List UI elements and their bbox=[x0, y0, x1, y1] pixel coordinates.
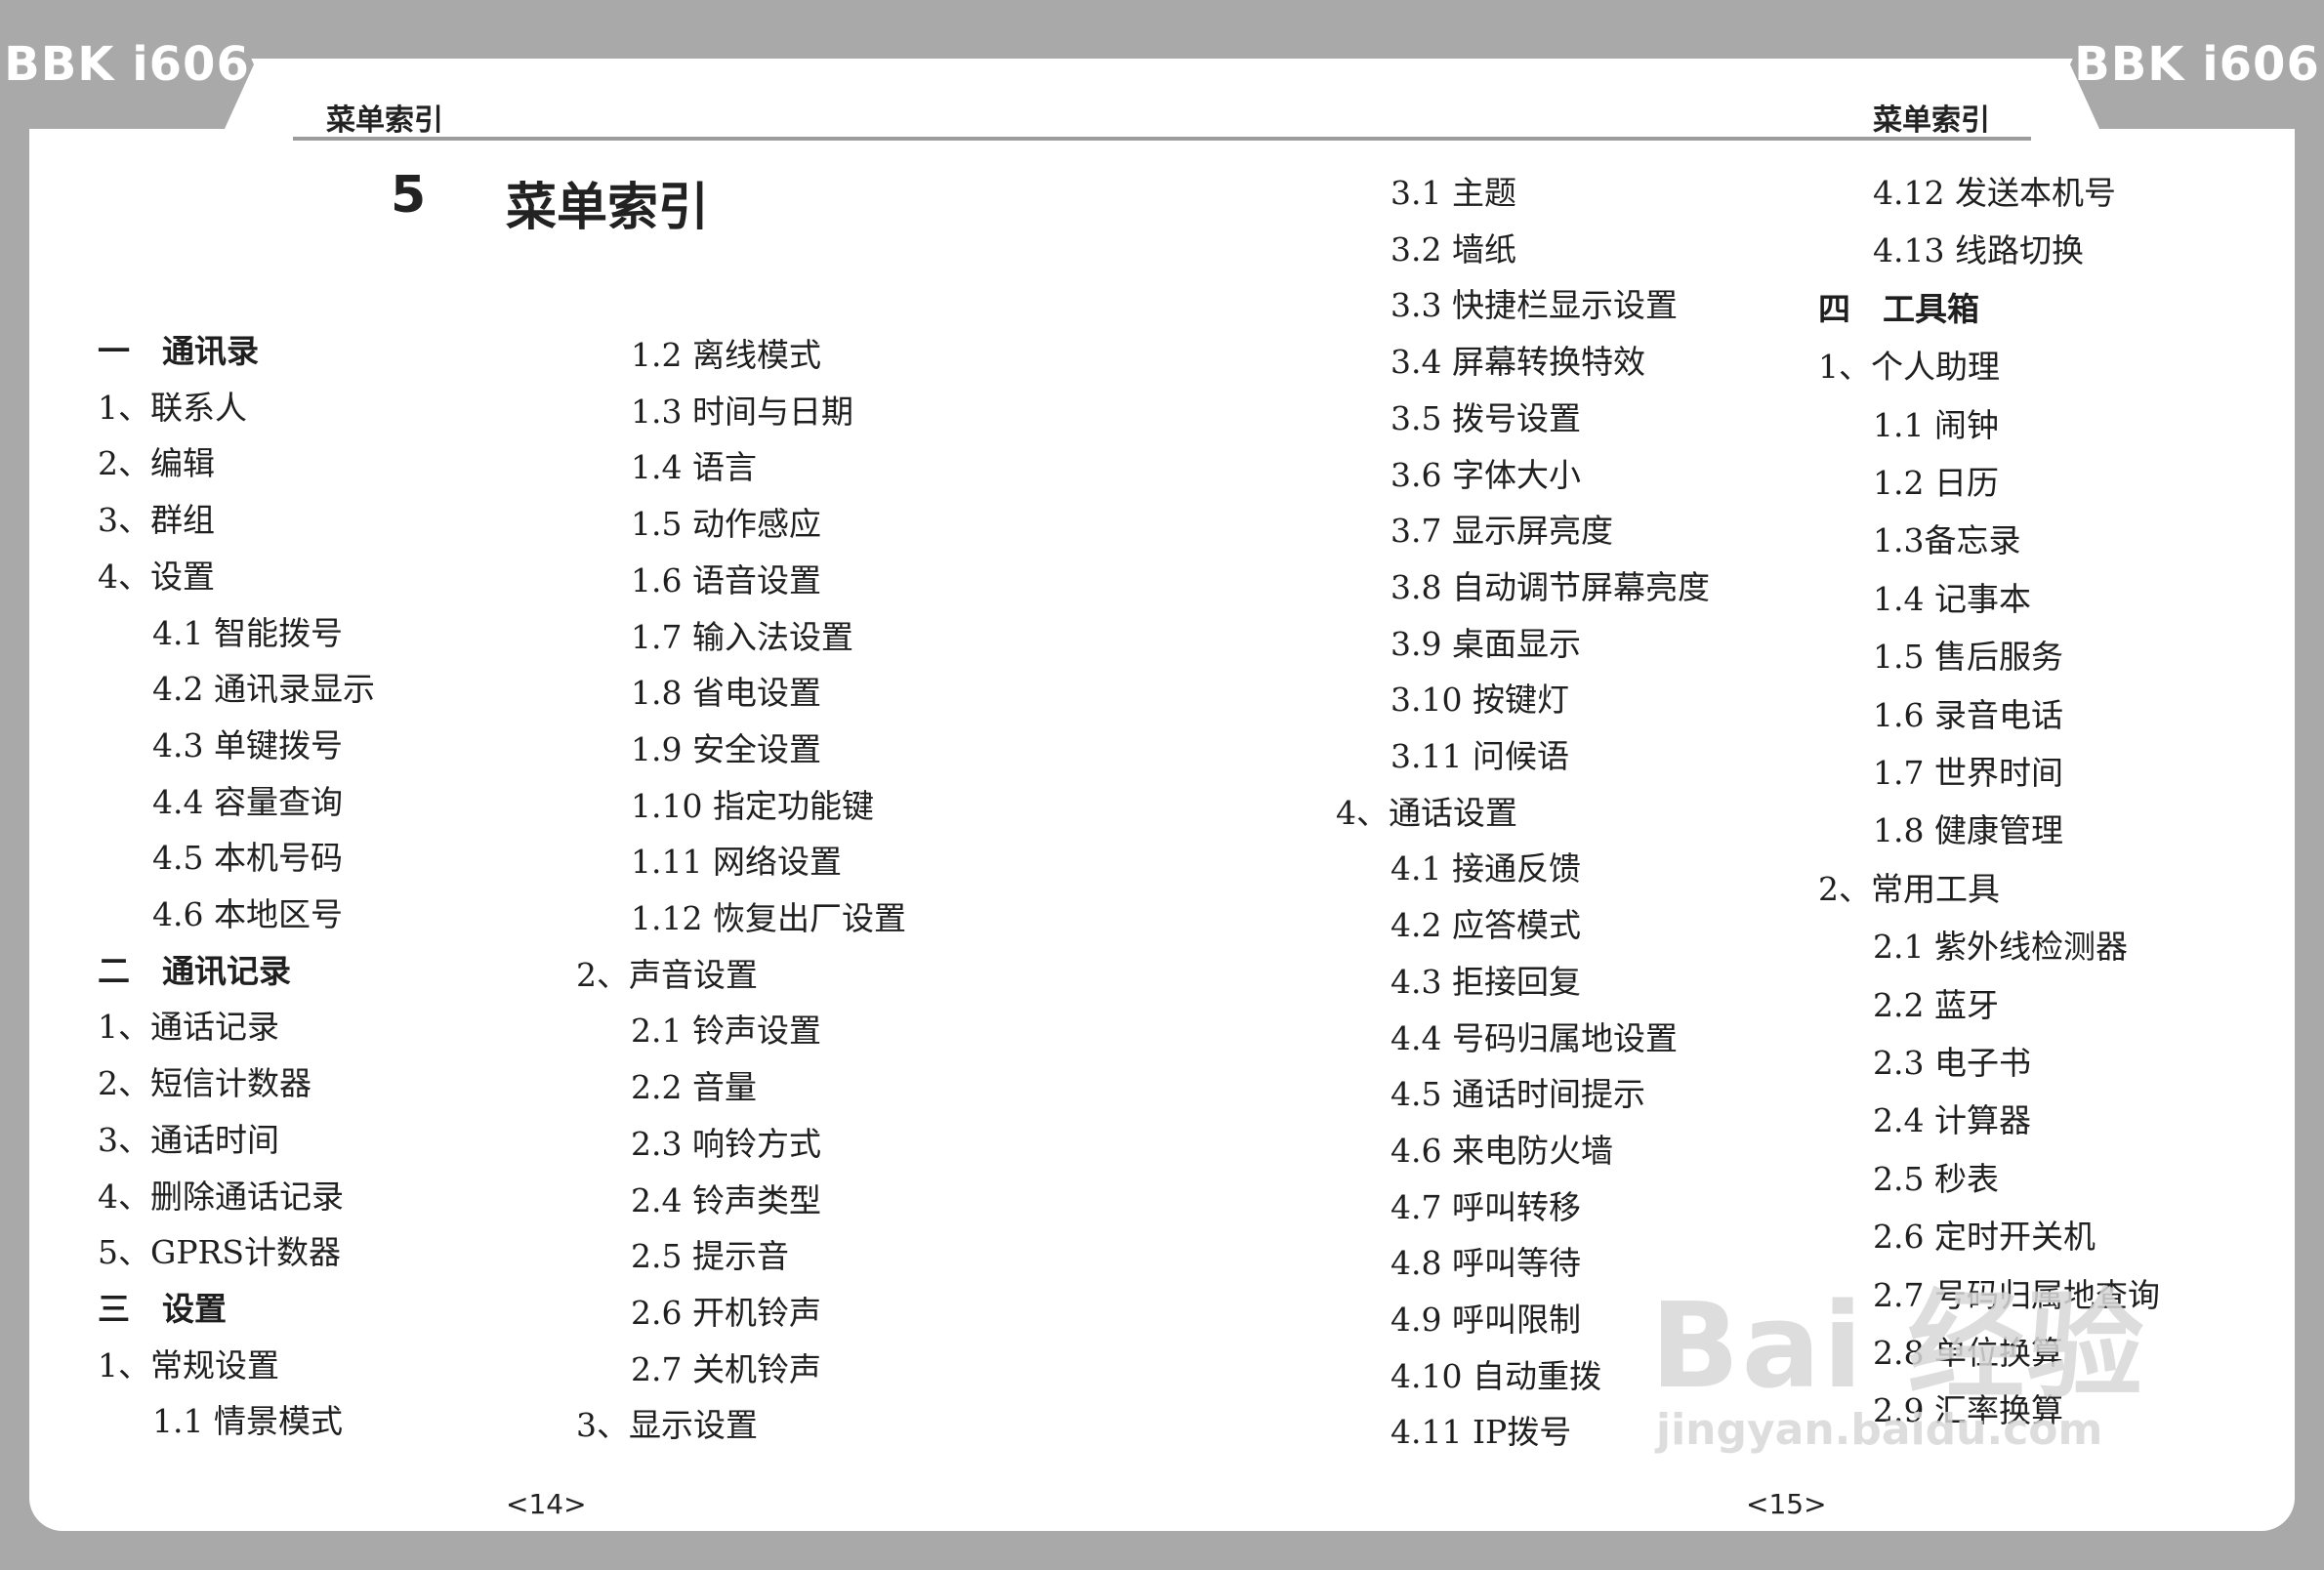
menu-entry: 3.6 字体大小 bbox=[1390, 456, 1581, 494]
menu-entry: 1.6 语音设置 bbox=[631, 561, 821, 599]
menu-entry: 3.9 桌面显示 bbox=[1390, 625, 1581, 663]
menu-entry: 4.7 呼叫转移 bbox=[1390, 1188, 1581, 1226]
menu-entry: 1.2 离线模式 bbox=[631, 336, 821, 374]
menu-entry: 4.4 号码归属地设置 bbox=[1390, 1019, 1678, 1057]
menu-entry: 4.13 线路切换 bbox=[1873, 231, 2084, 269]
menu-entry: 1、常规设置 bbox=[98, 1346, 279, 1384]
menu-entry: 4.8 呼叫等待 bbox=[1390, 1244, 1581, 1282]
menu-entry: 2、声音设置 bbox=[576, 956, 758, 994]
menu-entry: 一 通讯录 bbox=[98, 332, 259, 370]
chapter-number: 5 bbox=[391, 166, 427, 225]
menu-entry: 3.11 问候语 bbox=[1390, 737, 1569, 775]
menu-entry: 2.2 音量 bbox=[631, 1068, 757, 1106]
page-number-left: <14> bbox=[506, 1488, 587, 1520]
menu-entry: 1.7 世界时间 bbox=[1873, 754, 2063, 792]
menu-entry: 3.8 自动调节屏幕亮度 bbox=[1390, 568, 1710, 606]
menu-entry: 4.2 应答模式 bbox=[1390, 906, 1581, 944]
brand-tab-right: BBK i606 bbox=[2070, 0, 2324, 129]
menu-entry: 2、常用工具 bbox=[1818, 870, 2000, 908]
menu-entry: 1.1 闹钟 bbox=[1873, 406, 1999, 444]
menu-entry: 4.5 通话时间提示 bbox=[1390, 1075, 1645, 1113]
menu-entry: 三 设置 bbox=[98, 1290, 227, 1328]
menu-entry: 3.3 快捷栏显示设置 bbox=[1390, 286, 1678, 324]
menu-entry: 4.2 通讯录显示 bbox=[152, 670, 375, 708]
menu-entry: 4.4 容量查询 bbox=[152, 783, 343, 821]
menu-entry: 2.5 提示音 bbox=[631, 1237, 789, 1275]
menu-entry: 2.4 铃声类型 bbox=[631, 1181, 821, 1219]
menu-entry: 1、通话记录 bbox=[98, 1008, 279, 1046]
menu-entry: 1.2 日历 bbox=[1873, 464, 1999, 502]
menu-entry: 4.1 智能拨号 bbox=[152, 614, 343, 652]
menu-entry: 1.4 语言 bbox=[631, 448, 757, 486]
running-title-left: 菜单索引 bbox=[326, 103, 443, 138]
menu-entry: 1.10 指定功能键 bbox=[631, 787, 874, 825]
chapter-title: 菜单索引 bbox=[506, 179, 710, 237]
menu-entry: 1.12 恢复出厂设置 bbox=[631, 899, 906, 937]
menu-entry: 1.1 情景模式 bbox=[152, 1402, 343, 1440]
menu-entry: 2.3 电子书 bbox=[1873, 1044, 2031, 1082]
menu-entry: 1.11 网络设置 bbox=[631, 843, 842, 881]
menu-entry: 4、删除通话记录 bbox=[98, 1178, 344, 1216]
menu-entry: 4.6 本地区号 bbox=[152, 895, 343, 933]
menu-entry: 4、通话设置 bbox=[1336, 794, 1517, 832]
brand-tab-left: BBK i606 bbox=[0, 0, 254, 129]
running-title-right: 菜单索引 bbox=[1873, 103, 1990, 138]
menu-entry: 4.3 单键拨号 bbox=[152, 726, 343, 764]
menu-entry: 4.12 发送本机号 bbox=[1873, 174, 2116, 212]
menu-entry: 4.9 呼叫限制 bbox=[1390, 1301, 1581, 1339]
menu-entry: 2.2 蓝牙 bbox=[1873, 986, 1999, 1024]
menu-entry: 1.8 健康管理 bbox=[1873, 811, 2063, 849]
menu-entry: 3、显示设置 bbox=[576, 1406, 758, 1444]
menu-entry: 4.10 自动重拨 bbox=[1390, 1357, 1601, 1395]
menu-entry: 2.6 开机铃声 bbox=[631, 1294, 821, 1332]
menu-entry: 3.10 按键灯 bbox=[1390, 681, 1569, 719]
menu-entry: 2、编辑 bbox=[98, 444, 215, 482]
menu-entry: 3、通话时间 bbox=[98, 1121, 279, 1159]
menu-entry: 2.7 关机铃声 bbox=[631, 1350, 821, 1388]
menu-entry: 2.6 定时开关机 bbox=[1873, 1218, 2096, 1256]
menu-entry: 四 工具箱 bbox=[1818, 290, 1979, 328]
menu-entry: 3.7 显示屏亮度 bbox=[1390, 512, 1613, 550]
menu-entry: 二 通讯记录 bbox=[98, 952, 291, 990]
baidu-watermark: Bai 经验 jingyan.baidu.com bbox=[1650, 1289, 2145, 1455]
menu-entry: 4、设置 bbox=[98, 558, 215, 596]
header-band bbox=[293, 59, 2031, 146]
menu-entry: 1.5 售后服务 bbox=[1873, 638, 2063, 676]
menu-entry: 1、个人助理 bbox=[1818, 348, 2000, 386]
menu-entry: 2.3 响铃方式 bbox=[631, 1125, 821, 1163]
watermark-logo-text: Bai 经验 bbox=[1650, 1279, 2146, 1415]
menu-entry: 1.3备忘录 bbox=[1873, 521, 2021, 559]
menu-entry: 1.3 时间与日期 bbox=[631, 392, 853, 431]
menu-entry: 2、短信计数器 bbox=[98, 1064, 311, 1102]
menu-entry: 1.9 安全设置 bbox=[631, 730, 821, 768]
menu-entry: 2.1 铃声设置 bbox=[631, 1012, 821, 1050]
menu-entry: 4.6 来电防火墙 bbox=[1390, 1132, 1613, 1170]
menu-entry: 1.5 动作感应 bbox=[631, 505, 821, 543]
menu-entry: 2.4 计算器 bbox=[1873, 1101, 2031, 1139]
menu-entry: 1.8 省电设置 bbox=[631, 674, 821, 712]
menu-entry: 1.7 输入法设置 bbox=[631, 618, 853, 656]
menu-entry: 3.5 拨号设置 bbox=[1390, 399, 1581, 437]
menu-entry: 4.11 IP拨号 bbox=[1390, 1413, 1572, 1451]
menu-entry: 4.3 拒接回复 bbox=[1390, 963, 1581, 1001]
header-rule bbox=[293, 137, 2031, 141]
watermark-url: jingyan.baidu.com bbox=[1656, 1405, 2103, 1455]
page-number-right: <15> bbox=[1746, 1488, 1827, 1520]
menu-entry: 3.4 屏幕转换特效 bbox=[1390, 343, 1645, 381]
menu-entry: 1、联系人 bbox=[98, 389, 247, 427]
menu-entry: 1.4 记事本 bbox=[1873, 580, 2031, 618]
menu-entry: 3.2 墙纸 bbox=[1390, 230, 1516, 269]
menu-entry: 3.1 主题 bbox=[1390, 174, 1516, 212]
top-frame bbox=[0, 0, 2324, 59]
menu-entry: 4.1 接通反馈 bbox=[1390, 849, 1581, 888]
menu-entry: 3、群组 bbox=[98, 501, 215, 539]
menu-entry: 2.5 秒表 bbox=[1873, 1160, 1999, 1198]
menu-entry: 2.1 紫外线检测器 bbox=[1873, 928, 2128, 966]
menu-entry: 4.5 本机号码 bbox=[152, 839, 343, 877]
menu-entry: 5、GPRS计数器 bbox=[98, 1233, 342, 1271]
menu-entry: 1.6 录音电话 bbox=[1873, 696, 2063, 734]
